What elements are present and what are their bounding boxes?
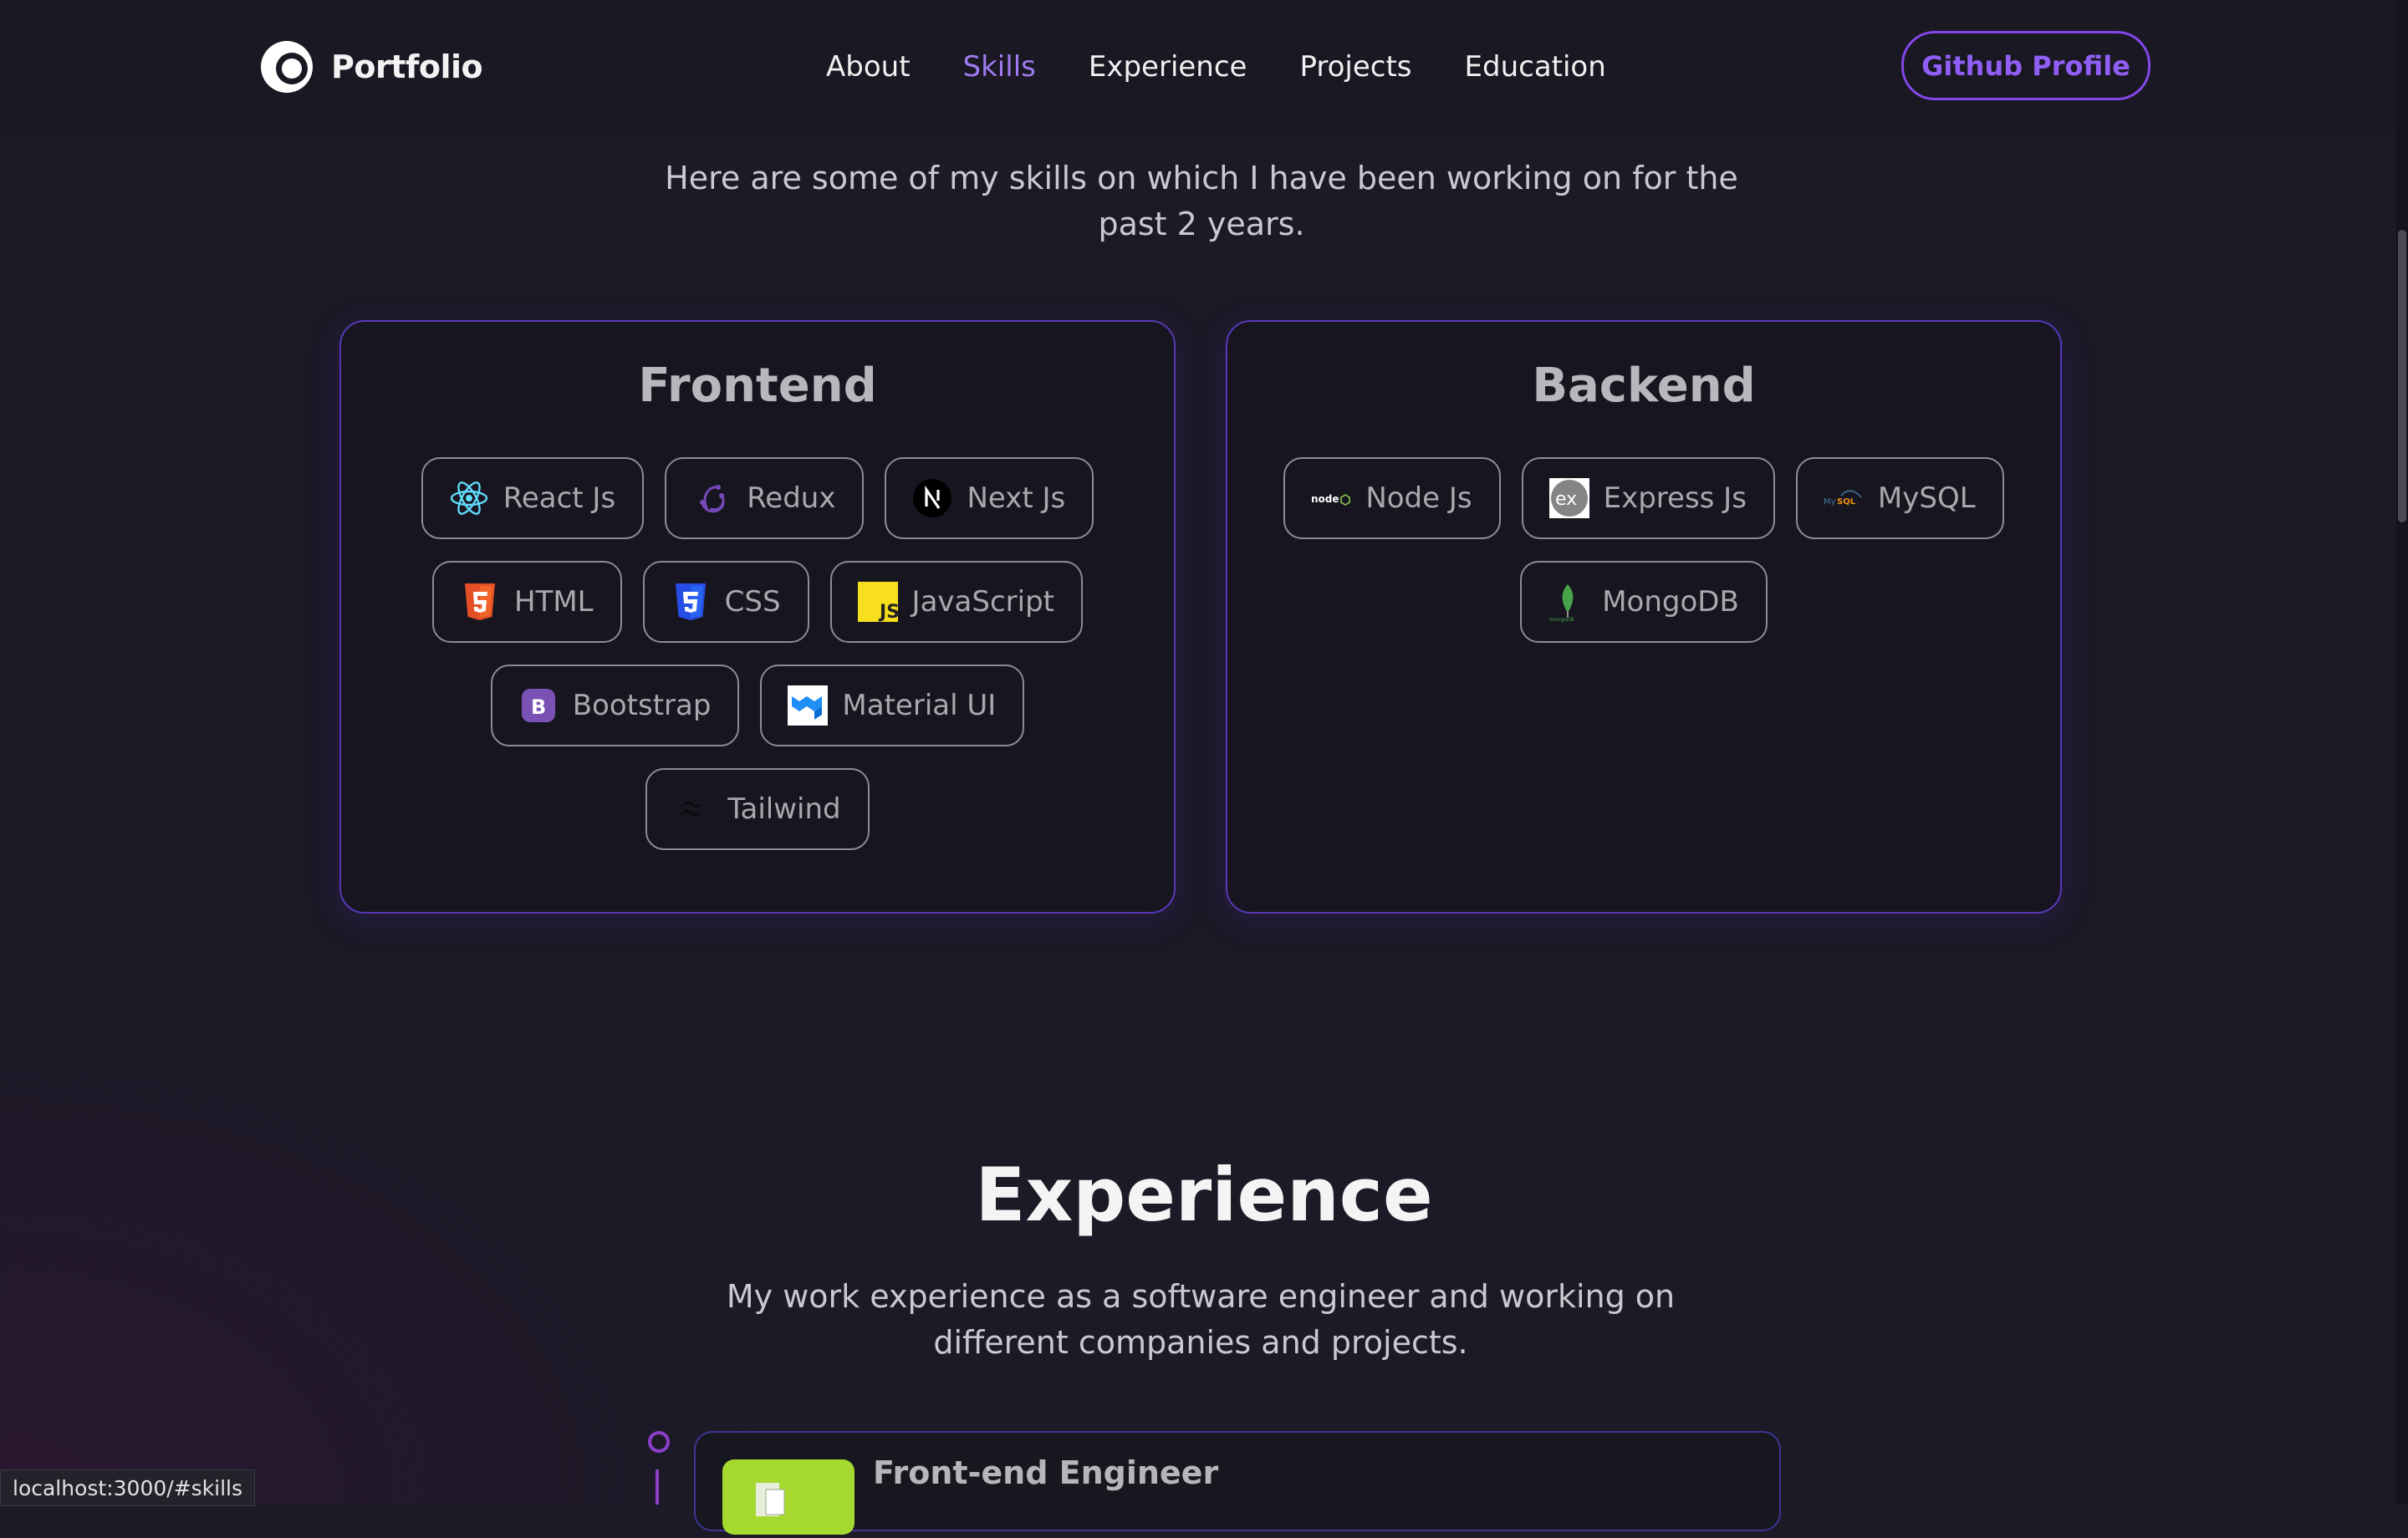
skill-row: HTML CSS JS JavaScript bbox=[432, 561, 1083, 643]
skill-label: Next Js bbox=[967, 481, 1066, 515]
svg-text:My: My bbox=[1824, 497, 1836, 507]
express-icon: ex bbox=[1548, 478, 1589, 518]
portfolio-logo-icon bbox=[261, 41, 313, 93]
skill-label: Tailwind bbox=[727, 792, 841, 826]
material-ui-icon bbox=[788, 685, 829, 726]
skill-row: React Js Redux Next Js bbox=[421, 457, 1094, 539]
timeline-line bbox=[656, 1469, 659, 1505]
skill-row: B Bootstrap Material UI bbox=[490, 665, 1025, 746]
top-navbar: Portfolio About Skills Experience Projec… bbox=[0, 0, 2396, 132]
skill-chip-html[interactable]: HTML bbox=[432, 561, 622, 643]
link-status-bar: localhost:3000/#skills bbox=[0, 1469, 255, 1506]
react-icon bbox=[450, 481, 487, 515]
nodejs-icon: node bbox=[1311, 493, 1351, 506]
svg-text:B: B bbox=[531, 695, 546, 719]
mongodb-icon: mongoDB bbox=[1549, 584, 1574, 623]
bootstrap-icon: B bbox=[521, 689, 555, 722]
company-logo bbox=[722, 1459, 855, 1535]
backend-skill-list: node Node Js ex Express Js My SQL MySQL … bbox=[1227, 457, 2060, 643]
skill-chip-mongodb[interactable]: mongoDB MongoDB bbox=[1520, 561, 1768, 643]
tailwind-icon bbox=[681, 801, 703, 817]
mysql-icon: My SQL bbox=[1824, 490, 1862, 507]
redux-icon bbox=[700, 485, 725, 513]
skill-label: Material UI bbox=[842, 689, 997, 722]
frontend-skills-card: Frontend React Js Redux Next Js HTML CSS… bbox=[339, 320, 1176, 914]
backend-skills-card: Backend node Node Js ex Express Js My SQ… bbox=[1226, 320, 2062, 914]
skill-label: HTML bbox=[514, 585, 594, 619]
skill-chip-material-ui[interactable]: Material UI bbox=[760, 665, 1025, 746]
skill-row: Tailwind bbox=[645, 768, 870, 850]
timeline-dot bbox=[648, 1431, 670, 1453]
skill-label: Express Js bbox=[1603, 481, 1747, 515]
skill-chip-react[interactable]: React Js bbox=[421, 457, 645, 539]
skill-chip-mysql[interactable]: My SQL MySQL bbox=[1795, 457, 2004, 539]
skill-label: Redux bbox=[747, 481, 836, 515]
skill-label: Bootstrap bbox=[572, 689, 712, 722]
skill-label: MongoDB bbox=[1602, 585, 1739, 619]
skill-label: Node Js bbox=[1365, 481, 1472, 515]
skill-label: JavaScript bbox=[911, 585, 1054, 619]
svg-text:SQL: SQL bbox=[1837, 497, 1856, 507]
skill-label: MySQL bbox=[1877, 481, 1976, 515]
experience-card[interactable]: Front-end Engineer bbox=[694, 1431, 1781, 1535]
svg-text:JS: JS bbox=[878, 602, 899, 623]
nav-link-about[interactable]: About bbox=[826, 43, 911, 90]
skill-label: React Js bbox=[503, 481, 616, 515]
skill-label: CSS bbox=[724, 585, 781, 619]
skill-chip-bootstrap[interactable]: B Bootstrap bbox=[490, 665, 740, 746]
frontend-title: Frontend bbox=[638, 359, 877, 413]
nav-link-projects[interactable]: Projects bbox=[1299, 43, 1411, 90]
skills-description: Here are some of my skills on which I ha… bbox=[665, 160, 1738, 242]
nav-link-education[interactable]: Education bbox=[1465, 43, 1606, 90]
nav-link-skills[interactable]: Skills bbox=[963, 43, 1036, 90]
nav-links: About Skills Experience Projects Educati… bbox=[826, 43, 1606, 90]
logo-text: Portfolio bbox=[331, 48, 483, 85]
skill-row: mongoDB MongoDB bbox=[1520, 561, 1768, 643]
skill-chip-tailwind[interactable]: Tailwind bbox=[645, 768, 870, 850]
frontend-skill-list: React Js Redux Next Js HTML CSS JS JavaS… bbox=[341, 457, 1174, 850]
css3-icon bbox=[675, 583, 706, 620]
skill-chip-redux[interactable]: Redux bbox=[665, 457, 865, 539]
scrollbar-thumb[interactable] bbox=[2398, 230, 2406, 522]
nextjs-icon bbox=[913, 479, 952, 517]
skill-chip-css[interactable]: CSS bbox=[642, 561, 809, 643]
github-profile-button[interactable]: Github Profile bbox=[1901, 31, 2150, 100]
experience-title: Experience bbox=[975, 1152, 1433, 1238]
svg-text:node: node bbox=[1311, 493, 1339, 505]
html5-icon bbox=[465, 583, 496, 620]
backend-title: Backend bbox=[1532, 359, 1756, 413]
skill-chip-expressjs[interactable]: ex Express Js bbox=[1521, 457, 1775, 539]
page-scrollbar[interactable] bbox=[2396, 0, 2408, 1505]
javascript-icon: JS bbox=[857, 582, 899, 623]
skill-chip-nextjs[interactable]: Next Js bbox=[885, 457, 1094, 539]
nav-link-experience[interactable]: Experience bbox=[1089, 43, 1247, 90]
skill-row: node Node Js ex Express Js My SQL MySQL bbox=[1283, 457, 2004, 539]
svg-text:ex: ex bbox=[1555, 489, 1577, 510]
experience-description: My work experience as a software enginee… bbox=[726, 1278, 1676, 1361]
experience-role: Front-end Engineer bbox=[873, 1454, 1219, 1491]
skill-chip-javascript[interactable]: JS JavaScript bbox=[829, 561, 1083, 643]
skill-chip-nodejs[interactable]: node Node Js bbox=[1283, 457, 1501, 539]
logo[interactable]: Portfolio bbox=[258, 38, 483, 96]
svg-text:mongoDB: mongoDB bbox=[1549, 617, 1574, 623]
company-logo-icon bbox=[756, 1483, 785, 1516]
